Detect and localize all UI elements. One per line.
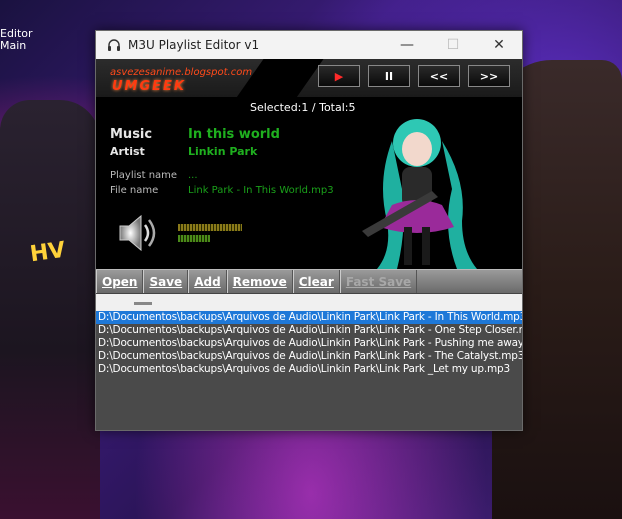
- music-label: Music: [110, 127, 153, 142]
- anime-artwork: [322, 101, 522, 269]
- remove-button[interactable]: Remove: [226, 270, 293, 293]
- desktop-logo: Editor Main: [0, 28, 33, 52]
- playlist-row[interactable]: D:\Documentos\backups\Arquivos de Audio\…: [96, 350, 522, 363]
- desktop-logo-line2: Main: [0, 39, 27, 52]
- title-bar[interactable]: M3U Playlist Editor v1 — ☐ ✕: [96, 31, 522, 59]
- artist-value: Linkin Park: [188, 145, 258, 158]
- add-button[interactable]: Add: [188, 270, 227, 293]
- playlist-row[interactable]: D:\Documentos\backups\Arquivos de Audio\…: [96, 337, 522, 350]
- previous-button[interactable]: <<: [418, 65, 460, 87]
- artist-label: Artist: [110, 145, 145, 158]
- brand-logo: UMGEEK: [112, 79, 186, 94]
- maximize-button[interactable]: ☐: [430, 31, 476, 59]
- playlist-list[interactable]: D:\Documentos\backups\Arquivos de Audio\…: [96, 294, 522, 423]
- player-panel: asvezesanime.blogspot.com UMGEEK ▶ II <<…: [96, 59, 522, 269]
- open-button[interactable]: Open: [96, 270, 144, 293]
- music-value: In this world: [188, 127, 280, 142]
- close-button[interactable]: ✕: [476, 31, 522, 59]
- wallpaper-tag: HV: [28, 237, 68, 268]
- speaker-icon: [116, 211, 160, 255]
- window-title: M3U Playlist Editor v1: [128, 38, 260, 52]
- pause-button[interactable]: II: [368, 65, 410, 87]
- playlist-name-label: Playlist name: [110, 170, 178, 181]
- next-button[interactable]: >>: [468, 65, 510, 87]
- file-name-label: File name: [110, 185, 159, 196]
- playlist-row[interactable]: D:\Documentos\backups\Arquivos de Audio\…: [96, 324, 522, 337]
- list-grip-handle[interactable]: [134, 302, 152, 305]
- save-button[interactable]: Save: [143, 270, 189, 293]
- playlist-name-value: ...: [188, 170, 198, 181]
- playlist-row[interactable]: D:\Documentos\backups\Arquivos de Audio\…: [96, 363, 522, 376]
- clear-button[interactable]: Clear: [292, 270, 340, 293]
- headphones-icon: [106, 37, 122, 53]
- play-button[interactable]: ▶: [318, 65, 360, 87]
- minimize-button[interactable]: —: [384, 31, 430, 59]
- list-header[interactable]: [96, 294, 522, 311]
- playlist-editor-window: M3U Playlist Editor v1 — ☐ ✕ asvezesanim…: [95, 30, 523, 431]
- site-link[interactable]: asvezesanime.blogspot.com: [110, 67, 252, 78]
- wallpaper-figure-left: [0, 100, 100, 519]
- toolbar: Open Save Add Remove Clear Fast Save: [96, 269, 522, 294]
- playlist-row[interactable]: D:\Documentos\backups\Arquivos de Audio\…: [96, 311, 522, 324]
- volume-meter-left: [178, 224, 242, 231]
- file-name-value: Link Park - In This World.mp3: [188, 185, 334, 196]
- fast-save-button[interactable]: Fast Save: [339, 270, 418, 293]
- volume-meter-right: [178, 235, 210, 242]
